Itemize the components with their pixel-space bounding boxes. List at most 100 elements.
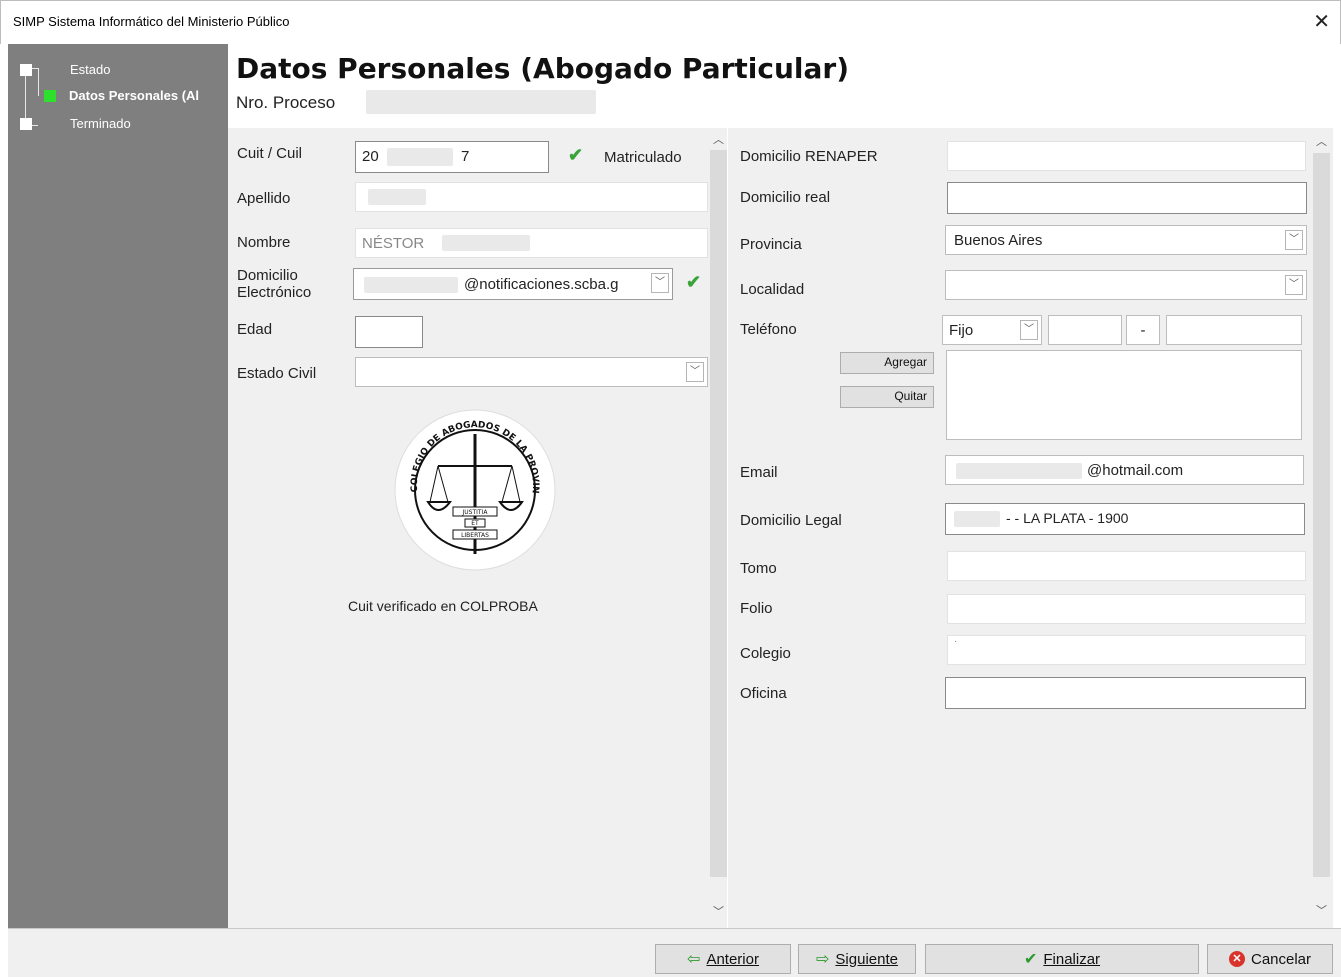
anterior-button[interactable]: ⇦ Anterior [655, 944, 791, 974]
telefono-numero-input[interactable] [1166, 315, 1302, 345]
domicilio-electronico-label-line2: Electrónico [237, 284, 312, 301]
cuit-redacted [386, 148, 453, 167]
provincia-select[interactable]: Buenos Aires ﹀ [945, 225, 1307, 255]
chevron-down-icon[interactable]: ﹀ [651, 273, 669, 293]
window-titlebar: SIMP Sistema Informático del Ministerio … [0, 0, 1341, 44]
agregar-button[interactable]: Agregar [840, 352, 934, 374]
window-title: SIMP Sistema Informático del Ministerio … [13, 14, 290, 29]
colproba-verified-text: Cuit verificado en COLPROBA [348, 598, 538, 614]
estado-civil-select[interactable]: ﹀ [355, 357, 708, 387]
domicilio-electronico-label: Domicilio Electrónico [237, 267, 311, 301]
domicilio-electronico-label-line1: Domicilio [237, 267, 298, 284]
telefonos-list[interactable] [946, 350, 1302, 440]
telefono-separator: - [1126, 315, 1160, 345]
email-redacted [956, 463, 1082, 479]
seal-justitia: JUSTITIA [462, 509, 489, 516]
left-panel: Cuit / Cuil 20 7 ✔ Matriculado Apellido … [228, 128, 727, 928]
anterior-label: Anterior [706, 950, 759, 968]
edad-input[interactable] [355, 316, 423, 348]
chevron-down-icon[interactable]: ﹀ [1020, 320, 1038, 340]
estado-civil-label: Estado Civil [237, 365, 317, 382]
domicilio-renaper-input[interactable] [947, 141, 1306, 171]
domicilio-real-input[interactable] [947, 182, 1307, 214]
oficina-label: Oficina [740, 685, 787, 702]
nombre-value: NÉSTOR [362, 235, 425, 252]
seal-et: ET [471, 520, 479, 527]
scroll-thumb[interactable] [1313, 153, 1330, 877]
domicilio-legal-redacted [954, 511, 1000, 527]
domicilio-legal-label: Domicilio Legal [740, 512, 842, 529]
check-icon: ✔ [686, 272, 702, 292]
domicilio-electronico-select[interactable]: @notificaciones.scba.g ﹀ [353, 268, 673, 300]
cuit-label: Cuit / Cuil [237, 145, 303, 162]
localidad-select[interactable]: ﹀ [945, 270, 1307, 300]
nombre-label: Nombre [237, 234, 291, 251]
scroll-down-icon[interactable]: ﹀ [710, 904, 727, 921]
domicilio-legal-input[interactable]: - - LA PLATA - 1900 [945, 503, 1305, 535]
left-scrollbar[interactable]: ︿ ﹀ [710, 128, 727, 928]
scroll-down-icon[interactable]: ﹀ [1313, 903, 1330, 920]
apellido-label: Apellido [237, 190, 291, 207]
tree-line [38, 68, 39, 96]
proceso-value-redacted [366, 90, 596, 114]
step-marker-icon [20, 64, 32, 76]
colegio-value: · [954, 636, 958, 647]
step-label: Datos Personales (Al [69, 88, 200, 103]
checkmark-icon: ✔ [1023, 951, 1038, 968]
tomo-input[interactable] [947, 551, 1306, 581]
domicilio-real-label: Domicilio real [740, 189, 831, 206]
right-scrollbar[interactable]: ︿ ﹀ [1313, 128, 1330, 928]
scroll-up-icon[interactable]: ︿ [710, 132, 727, 149]
chevron-down-icon[interactable]: ﹀ [1285, 230, 1303, 250]
email-label: Email [740, 464, 778, 481]
proceso-label: Nro. Proceso [236, 93, 336, 112]
telefono-tipo-value: Fijo [949, 322, 974, 339]
folio-input[interactable] [947, 594, 1306, 624]
step-active-marker-icon [44, 90, 56, 102]
scroll-thumb[interactable] [710, 150, 727, 877]
email-value: @hotmail.com [1087, 462, 1184, 479]
cancelar-button[interactable]: ✕ Cancelar [1207, 944, 1333, 974]
quitar-button[interactable]: Quitar [840, 386, 934, 408]
seal-libertas: LIBERTAS [461, 532, 489, 539]
tomo-label: Tomo [740, 560, 777, 577]
chevron-down-icon[interactable]: ﹀ [686, 362, 704, 382]
cuit-suffix: 7 [461, 148, 470, 165]
wizard-footer: ⇦ Anterior ⇨ Siguiente ✔ Finalizar ✕ Can… [8, 928, 1341, 977]
folio-label: Folio [740, 600, 773, 617]
arrow-right-icon: ⇨ [816, 951, 830, 968]
finalizar-button[interactable]: ✔ Finalizar [925, 944, 1199, 974]
nombre-input[interactable]: NÉSTOR [355, 228, 708, 258]
localidad-label: Localidad [740, 281, 805, 298]
page-header: Datos Personales (Abogado Particular) Nr… [228, 44, 1333, 128]
domicilio-renaper-label: Domicilio RENAPER [740, 148, 878, 165]
siguiente-button[interactable]: ⇨ Siguiente [798, 944, 916, 974]
right-panel: Domicilio RENAPER Domicilio real Provinc… [728, 128, 1333, 928]
cancel-icon: ✕ [1228, 951, 1245, 967]
cuit-input[interactable]: 20 7 [355, 141, 549, 173]
step-marker-icon [20, 118, 32, 130]
provincia-value: Buenos Aires [954, 232, 1043, 249]
telefono-area-input[interactable] [1048, 315, 1122, 345]
domicilio-electronico-redacted [364, 277, 458, 293]
cuit-value: 20 [362, 148, 379, 165]
nombre-redacted [442, 235, 530, 251]
domicilio-legal-value: - - LA PLATA - 1900 [1006, 510, 1129, 526]
domicilio-electronico-value: @notificaciones.scba.g [464, 276, 619, 293]
finalizar-label: Finalizar [1043, 950, 1101, 968]
scroll-up-icon[interactable]: ︿ [1313, 134, 1330, 151]
wizard-steps-sidebar: Estado Datos Personales (Al Terminado [8, 44, 228, 928]
telefono-tipo-select[interactable]: Fijo ﹀ [942, 315, 1042, 345]
page-title: Datos Personales (Abogado Particular) [236, 52, 850, 85]
colegio-input[interactable]: · [947, 635, 1306, 665]
chevron-down-icon[interactable]: ﹀ [1285, 275, 1303, 295]
cancelar-label: Cancelar [1250, 950, 1312, 968]
close-icon[interactable]: ✕ [1313, 9, 1330, 34]
email-input[interactable]: @hotmail.com [945, 455, 1304, 485]
check-icon: ✔ [568, 145, 584, 165]
apellido-input[interactable] [355, 182, 708, 212]
provincia-label: Provincia [740, 236, 802, 253]
apellido-redacted [368, 189, 426, 205]
matriculado-label: Matriculado [604, 149, 682, 166]
oficina-input[interactable] [945, 677, 1306, 709]
